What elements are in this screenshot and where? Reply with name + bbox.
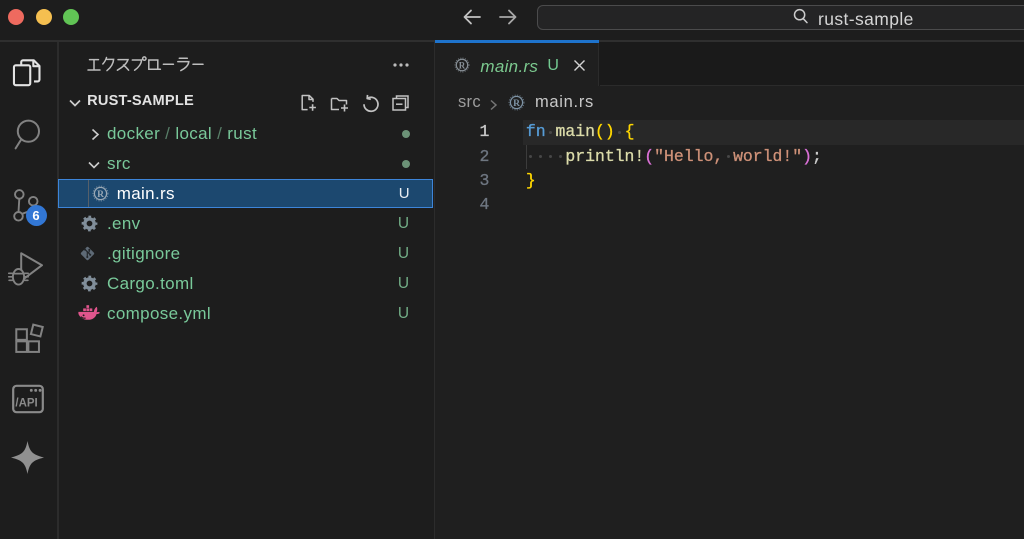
svg-text:R: R bbox=[513, 99, 520, 109]
svg-text:R: R bbox=[459, 60, 466, 70]
svg-text:R: R bbox=[97, 190, 104, 200]
svg-text:/API: /API bbox=[15, 397, 37, 409]
